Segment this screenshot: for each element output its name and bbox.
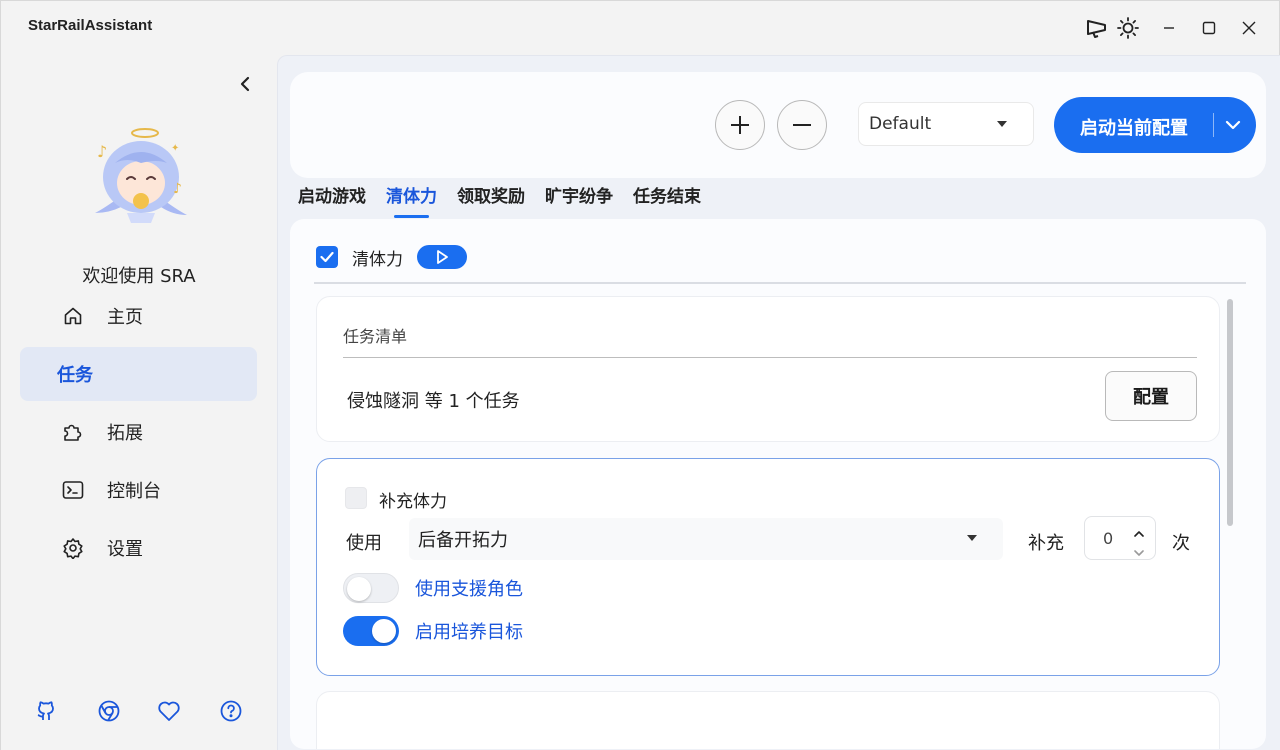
avatar: ♪ ♪ ✦ — [87, 121, 191, 225]
add-profile-button[interactable] — [715, 100, 765, 150]
task-list-summary: 侵蚀隧洞 等 1 个任务 — [347, 391, 520, 412]
svg-text:♪: ♪ — [97, 142, 107, 161]
sidebar-item-settings[interactable]: 设置 — [20, 521, 257, 575]
chrome-icon[interactable] — [95, 697, 123, 725]
training-target-label: 启用培养目标 — [415, 622, 523, 643]
enable-checkbox[interactable] — [316, 246, 338, 268]
heart-icon[interactable] — [155, 697, 183, 725]
remove-profile-button[interactable] — [777, 100, 827, 150]
terminal-icon — [62, 479, 84, 501]
sidebar: ♪ ♪ ✦ 欢迎使用 SRA 主页 任务 拓展 控制台 设置 — [1, 55, 277, 750]
close-icon[interactable] — [1234, 13, 1264, 43]
profile-select-value: Default — [869, 114, 932, 134]
theme-sun-icon[interactable] — [1113, 13, 1143, 43]
task-list-title: 任务清单 — [343, 327, 408, 346]
split-divider — [1213, 113, 1214, 137]
help-icon[interactable] — [217, 697, 245, 725]
chevron-down-icon[interactable] — [1222, 114, 1244, 141]
chevron-down-icon — [997, 121, 1007, 127]
sidebar-item-home[interactable]: 主页 — [20, 289, 257, 343]
minimize-icon[interactable] — [1154, 13, 1184, 43]
tab-claim-rewards[interactable]: 领取奖励 — [457, 184, 525, 218]
main-panel: Default 启动当前配置 启动游戏 清体力 领取奖励 旷宇纷争 任务结束 清… — [277, 55, 1280, 750]
sidebar-item-label: 设置 — [107, 539, 143, 560]
toggle-knob — [347, 577, 371, 601]
svg-text:♪: ♪ — [173, 181, 182, 197]
github-icon[interactable] — [32, 697, 60, 725]
welcome-text: 欢迎使用 SRA — [82, 266, 196, 287]
training-target-toggle[interactable] — [343, 616, 399, 646]
refill-item-value: 后备开拓力 — [418, 530, 508, 551]
sidebar-item-extensions[interactable]: 拓展 — [20, 405, 257, 459]
scrollbar[interactable] — [1227, 299, 1233, 526]
tab-task-end[interactable]: 任务结束 — [633, 184, 701, 218]
gear-icon — [62, 537, 84, 559]
sidebar-item-label: 任务 — [57, 365, 93, 386]
task-list-card: 任务清单 侵蚀隧洞 等 1 个任务 配置 — [316, 296, 1220, 442]
app-title: StarRailAssistant — [28, 17, 153, 34]
refill-card: 补充体力 使用 后备开拓力 补充 0 次 使用支援角色 启用培养目标 — [316, 458, 1220, 676]
start-profile-label: 启动当前配置 — [1080, 118, 1188, 139]
sidebar-item-console[interactable]: 控制台 — [20, 463, 257, 517]
divider — [314, 282, 1246, 284]
announcement-icon[interactable] — [1082, 13, 1112, 43]
run-task-button[interactable] — [417, 245, 467, 269]
sidebar-item-label: 拓展 — [107, 423, 143, 444]
increment-icon[interactable] — [1133, 524, 1145, 543]
refill-checkbox-label: 补充体力 — [379, 492, 447, 512]
refill-item-select[interactable]: 后备开拓力 — [409, 518, 1003, 560]
task-tabs: 启动游戏 清体力 领取奖励 旷宇纷争 任务结束 — [298, 184, 721, 218]
panel-header: 清体力 — [316, 245, 467, 270]
support-character-toggle[interactable] — [343, 573, 399, 603]
minus-icon — [793, 124, 811, 126]
panel-title: 清体力 — [352, 249, 403, 270]
play-icon — [437, 250, 448, 264]
maximize-icon[interactable] — [1194, 13, 1224, 43]
refill-count-stepper[interactable]: 0 — [1084, 516, 1156, 560]
check-icon — [320, 251, 334, 263]
times-label: 次 — [1172, 533, 1190, 554]
app-window: StarRailAssistant ♪ ♪ ✦ 欢迎使用 SRA 主页 任务 拓… — [0, 0, 1280, 750]
stamina-panel: 清体力 任务清单 侵蚀隧洞 等 1 个任务 配置 补充体力 使用 后备开拓力 补… — [290, 219, 1266, 749]
next-section-card — [316, 691, 1220, 749]
chevron-down-icon — [967, 535, 977, 541]
sidebar-item-label: 主页 — [107, 307, 143, 328]
svg-text:✦: ✦ — [171, 143, 179, 154]
divider — [343, 357, 1197, 358]
toggle-knob — [372, 619, 396, 643]
decrement-icon[interactable] — [1133, 543, 1145, 562]
tab-start-game[interactable]: 启动游戏 — [298, 184, 366, 218]
start-profile-button[interactable]: 启动当前配置 — [1054, 97, 1256, 153]
toolbar-card: Default 启动当前配置 — [290, 72, 1266, 178]
title-bar: StarRailAssistant — [1, 1, 1279, 55]
tab-clear-stamina[interactable]: 清体力 — [386, 184, 437, 218]
tab-currency-wars[interactable]: 旷宇纷争 — [545, 184, 613, 218]
refill-count-value[interactable]: 0 — [1103, 529, 1113, 548]
puzzle-icon — [62, 421, 84, 443]
profile-select[interactable]: Default — [858, 102, 1034, 146]
support-character-label: 使用支援角色 — [415, 579, 523, 600]
config-button[interactable]: 配置 — [1105, 371, 1197, 421]
sidebar-item-label: 控制台 — [107, 481, 161, 502]
refill-checkbox[interactable] — [345, 487, 367, 509]
home-icon — [62, 305, 84, 327]
sidebar-item-tasks[interactable]: 任务 — [20, 347, 257, 401]
collapse-sidebar-icon[interactable] — [233, 72, 257, 96]
use-label: 使用 — [346, 533, 382, 554]
refill-count-label: 补充 — [1028, 533, 1064, 554]
plus-icon — [731, 116, 749, 134]
